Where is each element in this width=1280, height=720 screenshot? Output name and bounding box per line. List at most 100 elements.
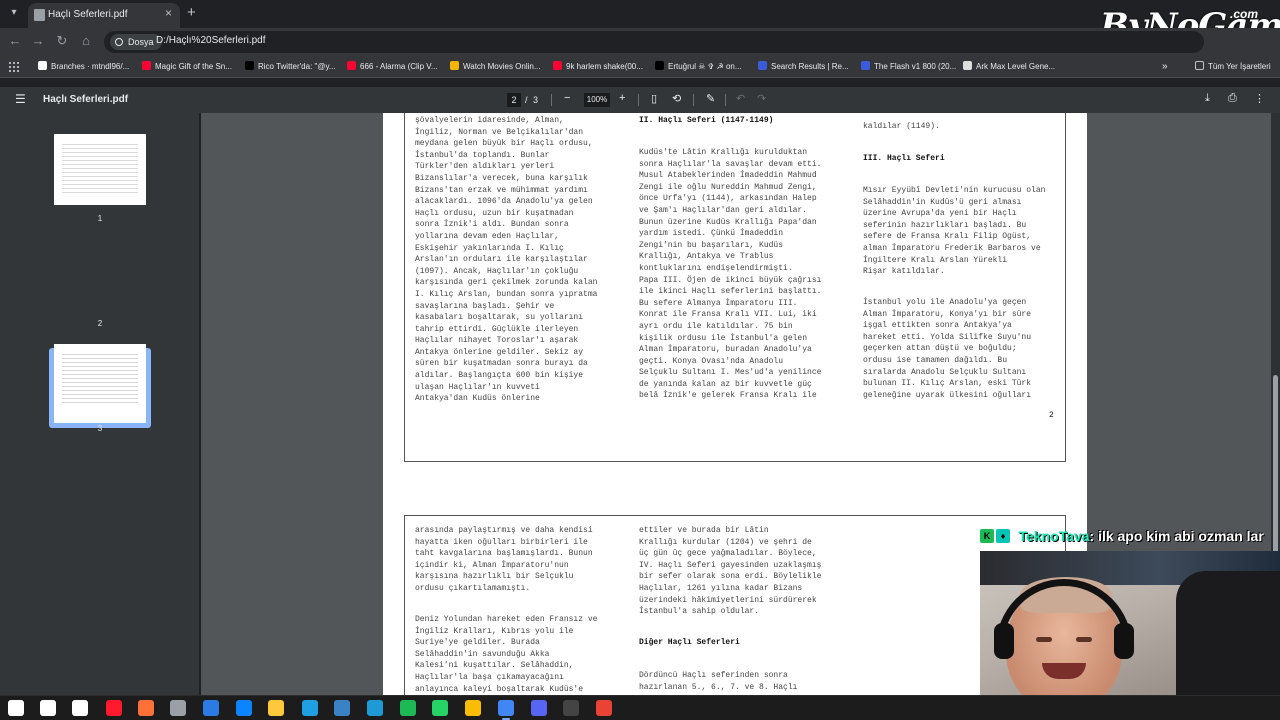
folder-icon xyxy=(1195,61,1204,70)
page-number-label: 2 xyxy=(1049,411,1054,420)
all-bookmarks-button[interactable]: Tüm Yer İşaretleri xyxy=(1195,60,1271,74)
chat-message: : ilk apo kim abi ozman lar xyxy=(1089,527,1264,544)
bookmarks-bar: Branches · mtndl96/... Magic Gift of the … xyxy=(0,56,1280,78)
more-options-icon[interactable]: ⋮ xyxy=(1254,92,1265,105)
address-bar[interactable]: Dosya D:/Haçlı%20Seferleri.pdf xyxy=(104,31,1204,53)
home-icon[interactable]: ⌂ xyxy=(77,33,95,48)
zoom-out-icon[interactable]: − xyxy=(564,92,570,104)
spotify-icon[interactable] xyxy=(400,700,416,716)
page3-column-2-paragraph-2: Dördüncü Haçlı seferinden sonra hazırlan… xyxy=(639,671,798,692)
settings-icon[interactable] xyxy=(170,700,186,716)
back-icon[interactable]: ← xyxy=(6,33,24,48)
tab-pdf[interactable]: Haçlı Seferleri.pdf × xyxy=(28,3,180,28)
youtube-icon xyxy=(142,61,151,70)
firefox-icon[interactable] xyxy=(138,700,154,716)
chip-label: Dosya xyxy=(128,37,154,47)
rotate-icon[interactable]: ⟲ xyxy=(672,92,681,105)
headset-earcup xyxy=(1114,623,1134,659)
discord-icon[interactable] xyxy=(531,700,547,716)
total-pages: 3 xyxy=(533,95,539,105)
pdf-page-2: şövalyelerin idaresinde, Alman, İngiliz,… xyxy=(383,113,1087,484)
bookmark-item[interactable]: Ertuğrul ☠ ✞ ☭ on... xyxy=(655,60,742,74)
bookmark-item[interactable]: 9k harlem shake(00... xyxy=(553,60,643,74)
tab-title: Haçlı Seferleri.pdf xyxy=(48,9,128,20)
bookmark-item[interactable]: Watch Movies Onlin... xyxy=(450,60,541,74)
apps-icon[interactable] xyxy=(8,61,19,72)
print-icon[interactable]: ⎙ xyxy=(1228,92,1237,105)
page3-column-1-paragraph-1: arasında paylaştırmış ve daha kendisi ha… xyxy=(415,526,593,593)
app-teal-icon[interactable] xyxy=(367,700,383,716)
forward-icon[interactable]: → xyxy=(29,33,47,48)
webcam-chair xyxy=(1176,571,1280,695)
annotate-icon[interactable]: ✎ xyxy=(706,92,715,105)
site-info-chip[interactable]: Dosya xyxy=(110,34,162,50)
task-view-icon[interactable] xyxy=(72,700,88,716)
x-icon xyxy=(245,61,254,70)
webcam-eye xyxy=(1036,637,1052,642)
kick-badge-icon: K xyxy=(980,528,994,543)
page-number-input[interactable]: 2 xyxy=(507,93,521,107)
page-thumbnail-1[interactable] xyxy=(54,134,146,205)
bookmark-item[interactable]: Ark Max Level Gene... xyxy=(963,60,1055,74)
taskbar xyxy=(0,695,1280,720)
page-separator: / xyxy=(525,95,528,105)
bookmark-label: 9k harlem shake(00... xyxy=(566,62,643,71)
pdf-file-icon xyxy=(34,9,45,21)
page3-column-2-paragraph-1: ettiler ve burada bir Lâtin Krallığı kur… xyxy=(639,526,822,617)
bookmark-item[interactable]: Search Results | Re... xyxy=(758,60,849,74)
page3-column-1-paragraph-2: Deniz Yolundan hareket eden Fransız ve İ… xyxy=(415,615,598,694)
page-thumbnail-3[interactable] xyxy=(54,344,146,415)
pdf-toolbar: ☰ Haçlı Seferleri.pdf 2 / 3 − 100% + ▯ ⟲… xyxy=(0,87,1280,113)
page2-column-3-paragraph-2: İstanbul yolu ile Anadolu'ya geçen Alman… xyxy=(863,298,1032,400)
search-icon[interactable] xyxy=(40,700,56,716)
x-icon xyxy=(655,61,664,70)
bookmark-label: 666 - Alarma (Clip V... xyxy=(360,62,438,71)
undo-icon[interactable]: ↶ xyxy=(736,92,745,105)
new-tab-icon[interactable]: + xyxy=(187,4,196,21)
whatsapp-icon[interactable] xyxy=(432,700,448,716)
zoom-input[interactable]: 100% xyxy=(584,93,610,107)
more-bookmarks-icon[interactable]: » xyxy=(1162,60,1168,74)
close-tab-icon[interactable]: × xyxy=(165,6,172,20)
thumbnail-label: 2 xyxy=(97,319,103,328)
headset-earcup xyxy=(994,623,1014,659)
menu-icon[interactable]: ☰ xyxy=(15,92,26,106)
youtube-icon xyxy=(347,61,356,70)
bookmark-item[interactable]: Branches · mtndl96/... xyxy=(38,60,129,74)
mail-icon[interactable] xyxy=(236,700,252,716)
bookmark-label: Ark Max Level Gene... xyxy=(976,62,1056,71)
opera-icon[interactable] xyxy=(106,700,122,716)
bookmark-item[interactable]: 666 - Alarma (Clip V... xyxy=(347,60,438,74)
page-icon xyxy=(963,61,972,70)
bookmark-item[interactable]: The Flash v1 800 (20... xyxy=(861,60,956,74)
sr-icon xyxy=(861,61,870,70)
fit-page-icon[interactable]: ▯ xyxy=(651,92,657,105)
chrome-red-icon[interactable] xyxy=(596,700,612,716)
windows-start-icon[interactable] xyxy=(8,700,24,716)
folder-icon[interactable] xyxy=(268,700,284,716)
download-icon[interactable]: ⤓ xyxy=(1205,92,1210,105)
page2-heading-crusade-2: II. Haçlı Seferi (1147-1149) xyxy=(639,116,774,125)
pdf-file-name: Haçlı Seferleri.pdf xyxy=(43,94,129,105)
divider xyxy=(551,94,552,106)
youtube-icon xyxy=(553,61,562,70)
store-icon[interactable] xyxy=(203,700,219,716)
edge-icon[interactable] xyxy=(302,700,318,716)
hd-icon xyxy=(450,61,459,70)
page2-column-2: Kudüs'te Lâtin Krallığı kurulduktan sonr… xyxy=(639,148,822,401)
bookmark-item[interactable]: Rico Twitter'da: "@y... xyxy=(245,60,336,74)
chrome-icon[interactable] xyxy=(465,700,481,716)
bookmark-label: Rico Twitter'da: "@y... xyxy=(258,62,336,71)
chrome-active-icon[interactable] xyxy=(498,700,514,720)
zoom-in-icon[interactable]: + xyxy=(619,92,625,104)
bookmark-label: Search Results | Re... xyxy=(771,62,849,71)
reload-icon[interactable]: ↻ xyxy=(53,33,71,49)
bookmark-label: The Flash v1 800 (20... xyxy=(874,62,957,71)
tab-search-icon[interactable]: ▾ xyxy=(6,5,22,21)
obs-icon[interactable] xyxy=(563,700,579,716)
redo-icon[interactable]: ↷ xyxy=(757,92,766,105)
info-icon xyxy=(115,38,123,46)
app-blue-icon[interactable] xyxy=(334,700,350,716)
bookmark-item[interactable]: Magic Gift of the Sn... xyxy=(142,60,232,74)
webcam-feed xyxy=(980,551,1280,695)
